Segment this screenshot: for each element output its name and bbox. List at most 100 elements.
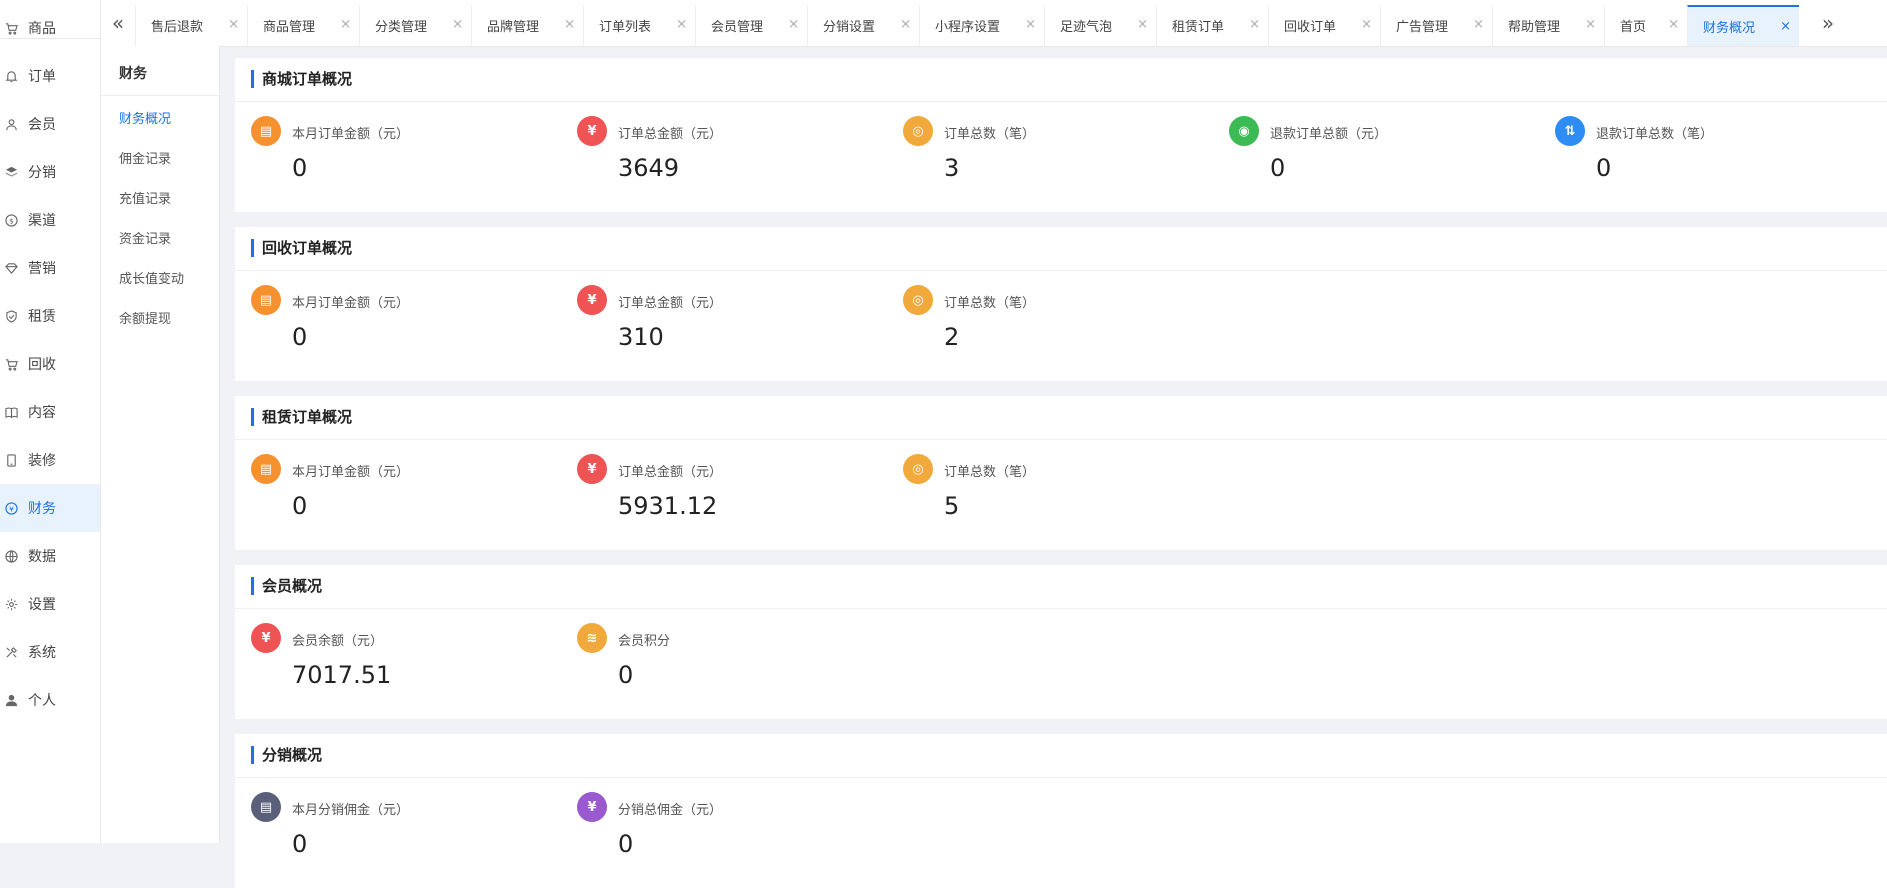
sidebar-item[interactable]: 设置: [0, 580, 100, 628]
close-icon[interactable]: ×: [900, 17, 911, 32]
close-icon[interactable]: ×: [1361, 17, 1372, 32]
close-icon[interactable]: ×: [1668, 17, 1679, 32]
gear-icon: [4, 597, 18, 611]
close-icon[interactable]: ×: [1473, 17, 1484, 32]
section-title: 分销概况: [251, 746, 322, 764]
stat-value: 0: [1270, 154, 1286, 182]
bell-icon: [4, 69, 18, 83]
stat-label: 订单总金额（元）: [618, 465, 723, 480]
close-icon[interactable]: ×: [1780, 19, 1791, 34]
stat-value: 5: [944, 492, 960, 520]
tab-item[interactable]: 帮助管理 ×: [1492, 5, 1604, 46]
globe-icon: [4, 549, 18, 563]
stat-label: 分销总佣金（元）: [618, 803, 723, 818]
tab-label: 小程序设置: [935, 20, 1001, 35]
tab-item[interactable]: 足迹气泡 ×: [1044, 5, 1156, 46]
stat-label: 退款订单总数（笔）: [1596, 127, 1714, 142]
tab-item[interactable]: 回收订单 ×: [1268, 5, 1380, 46]
finance-sub-sidebar: 财务 财务概况佣金记录充值记录资金记录成长值变动余额提现: [101, 46, 220, 843]
overview-card: 租赁订单概况 ▤ 本月订单金额（元） 0 ¥ 订单总金额（元） 5931.12 ◎ 订单总数（笔…: [235, 396, 1887, 550]
sidebar-item[interactable]: 订单: [0, 52, 100, 100]
clipboard-icon: ▤: [251, 454, 281, 484]
sub-sidebar-title: 财务: [119, 66, 147, 82]
sidebar-item[interactable]: ¥ 财务: [0, 484, 100, 532]
close-icon[interactable]: ×: [1585, 17, 1596, 32]
tab-item[interactable]: 会员管理 ×: [695, 5, 807, 46]
stat-block: ◎ 订单总数（笔） 3: [887, 116, 1207, 196]
sidebar-item-label: 数据: [28, 549, 56, 565]
sidebar-item-label: 财务: [28, 501, 56, 517]
cart-icon: [4, 21, 18, 35]
sub-sidebar-item[interactable]: 资金记录: [119, 228, 171, 247]
sidebar-item-label: 系统: [28, 645, 56, 661]
section-title: 会员概况: [251, 577, 322, 595]
sidebar-item[interactable]: 租赁: [0, 292, 100, 340]
stat-block: ¥ 订单总金额（元） 3649: [561, 116, 881, 196]
sub-sidebar-item[interactable]: 余额提现: [119, 308, 171, 327]
tab-item[interactable]: 小程序设置 ×: [919, 5, 1044, 46]
close-icon[interactable]: ×: [1249, 17, 1260, 32]
stat-label: 订单总金额（元）: [618, 127, 723, 142]
stat-label: 订单总金额（元）: [618, 296, 723, 311]
sidebar-item[interactable]: 装修: [0, 436, 100, 484]
close-icon[interactable]: ×: [228, 17, 239, 32]
tab-item[interactable]: 售后退款 ×: [135, 5, 247, 46]
tab-item[interactable]: 租赁订单 ×: [1156, 5, 1268, 46]
sidebar-item[interactable]: 营销: [0, 244, 100, 292]
tab-item[interactable]: 广告管理 ×: [1380, 5, 1492, 46]
yen-icon: ¥: [577, 792, 607, 822]
stat-value: 0: [618, 661, 634, 689]
tab-item[interactable]: 分销设置 ×: [807, 5, 919, 46]
close-icon[interactable]: ×: [340, 17, 351, 32]
close-icon[interactable]: ×: [564, 17, 575, 32]
sidebar-item[interactable]: 系统: [0, 628, 100, 676]
sub-sidebar-item[interactable]: 财务概况: [119, 108, 171, 127]
tab-item[interactable]: 财务概况 ×: [1687, 5, 1799, 46]
sidebar-item[interactable]: 内容: [0, 388, 100, 436]
stat-label: 订单总数（笔）: [944, 127, 1036, 142]
sidebar-item[interactable]: 回收: [0, 340, 100, 388]
sidebar-item[interactable]: 分销: [0, 148, 100, 196]
tab-label: 分类管理: [375, 20, 428, 35]
stat-label: 本月订单金额（元）: [292, 465, 410, 480]
tab-label: 租赁订单: [1172, 20, 1225, 35]
sidebar-item[interactable]: 数据: [0, 532, 100, 580]
close-icon[interactable]: ×: [1025, 17, 1036, 32]
section-title: 回收订单概况: [251, 239, 352, 257]
tabs-next-icon[interactable]: »: [1811, 0, 1845, 46]
tab-item[interactable]: 订单列表 ×: [583, 5, 695, 46]
cart-icon: [4, 357, 18, 371]
book-icon: [4, 405, 18, 419]
sidebar-item-label: 装修: [28, 453, 56, 469]
stat-label: 会员积分: [618, 634, 671, 649]
close-icon[interactable]: ×: [1137, 17, 1148, 32]
layers-icon: [4, 165, 18, 179]
stat-value: 7017.51: [292, 661, 392, 689]
sub-sidebar-item[interactable]: 充值记录: [119, 188, 171, 207]
tab-item[interactable]: 首页 ×: [1604, 5, 1687, 46]
tab-label: 广告管理: [1396, 20, 1449, 35]
sidebar-item-label: 渠道: [28, 213, 56, 229]
stat-block: ◉ 退款订单总额（元） 0: [1213, 116, 1533, 196]
sidebar-item-label: 回收: [28, 357, 56, 373]
sidebar-item[interactable]: 会员: [0, 100, 100, 148]
stat-value: 3: [944, 154, 960, 182]
sidebar-item[interactable]: 商品: [0, 4, 100, 52]
overview-card: 商城订单概况 ▤ 本月订单金额（元） 0 ¥ 订单总金额（元） 3649 ◎ 订单总数（笔） 3 ◉…: [235, 58, 1887, 212]
close-icon[interactable]: ×: [452, 17, 463, 32]
sidebar-item-label: 分销: [28, 165, 56, 181]
sidebar-item[interactable]: $ 渠道: [0, 196, 100, 244]
clipboard-icon: ▤: [251, 116, 281, 146]
sidebar-item-label: 租赁: [28, 309, 56, 325]
tab-item[interactable]: 分类管理 ×: [359, 5, 471, 46]
close-icon[interactable]: ×: [788, 17, 799, 32]
tabs-prev-icon[interactable]: «: [101, 0, 135, 46]
sub-sidebar-item[interactable]: 成长值变动: [119, 268, 184, 287]
tab-item[interactable]: 商品管理 ×: [247, 5, 359, 46]
close-icon[interactable]: ×: [676, 17, 687, 32]
stat-label: 订单总数（笔）: [944, 465, 1036, 480]
sub-sidebar-item[interactable]: 佣金记录: [119, 148, 171, 167]
tab-label: 财务概况: [1703, 21, 1756, 36]
tab-item[interactable]: 品牌管理 ×: [471, 5, 583, 46]
sidebar-item[interactable]: 个人: [0, 676, 100, 724]
